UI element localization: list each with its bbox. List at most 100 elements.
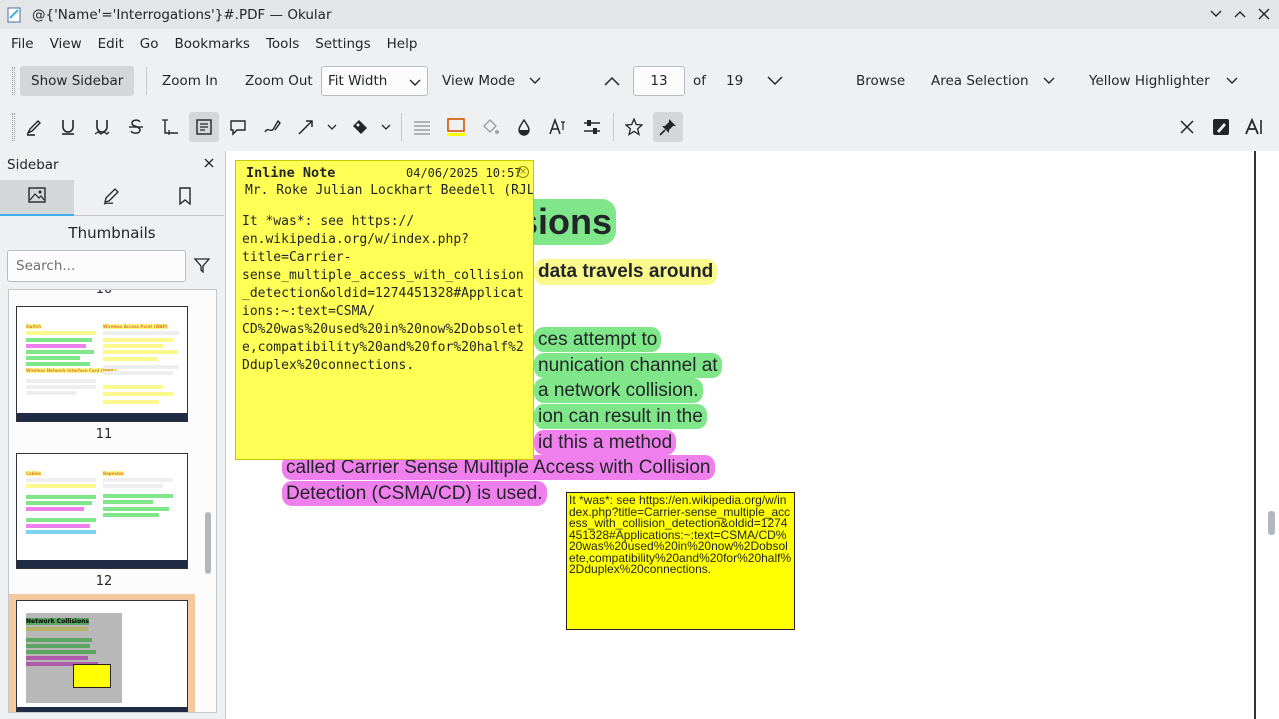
font-icon[interactable]: [543, 112, 573, 142]
menu-file[interactable]: File: [3, 36, 42, 52]
inline-note-annotation[interactable]: It *was*: see https://en.wikipedia.org/w…: [566, 492, 795, 630]
menu-tools[interactable]: Tools: [258, 36, 307, 52]
next-page-icon[interactable]: [767, 66, 783, 96]
close-icon[interactable]: [1172, 112, 1202, 142]
zoom-in-button[interactable]: Zoom In: [162, 66, 218, 96]
scrollbar-thumb[interactable]: [1268, 511, 1275, 535]
page-label: 10: [95, 289, 113, 297]
page-number-input[interactable]: 13: [633, 66, 685, 96]
chevron-down-icon: [1043, 73, 1055, 89]
popup-author: Mr. Roke Julian Lockhart Beedell (RJLB): [245, 183, 533, 198]
typewriter-icon[interactable]: [155, 112, 185, 142]
view-mode-button[interactable]: View Mode: [442, 66, 541, 96]
thumb-text: Wireless Access Point (WAP): [103, 324, 168, 329]
page-of-label: of: [693, 73, 707, 89]
bookmark-icon: [178, 187, 192, 209]
arrow-icon[interactable]: [291, 112, 321, 142]
window-title: @{'Name'='Interrogations'}#.PDF — Okular: [32, 6, 332, 23]
popup-title: Inline Note: [246, 165, 336, 181]
search-input[interactable]: Search...: [7, 250, 186, 282]
previous-page-icon[interactable]: [604, 66, 620, 96]
menu-view[interactable]: View: [42, 36, 90, 52]
chevron-down-icon[interactable]: [374, 112, 398, 142]
yellow-highlighter-button[interactable]: Yellow Highlighter: [1089, 66, 1238, 96]
squiggle-icon[interactable]: [87, 112, 117, 142]
thumb-text: Cables: [26, 471, 41, 476]
sidebar-scrollbar[interactable]: [203, 290, 213, 712]
popup-body-textarea[interactable]: It *was*: see https:// en.wikipedia.org/…: [242, 213, 526, 375]
popup-note-icon[interactable]: [223, 112, 253, 142]
quick-annotation-icon[interactable]: [1206, 112, 1236, 142]
thumbnail-page-13[interactable]: Network Collisions: [16, 600, 188, 712]
view-mode-label: View Mode: [442, 73, 516, 89]
doc-line: id this a method: [534, 430, 677, 455]
area-selection-label: Area Selection: [931, 73, 1029, 89]
separator: [613, 113, 614, 141]
stamp-icon[interactable]: [345, 112, 375, 142]
inline-note-icon[interactable]: [189, 112, 219, 142]
chevron-down-icon: [529, 73, 541, 89]
highlighter-icon[interactable]: [19, 112, 49, 142]
edit-icon: [102, 187, 120, 209]
minimize-icon[interactable]: [1207, 4, 1225, 24]
menu-help[interactable]: Help: [379, 36, 426, 52]
underline-icon[interactable]: [53, 112, 83, 142]
tab-thumbnails[interactable]: [0, 180, 74, 216]
freehand-icon[interactable]: [257, 112, 287, 142]
chevron-down-icon: [1226, 73, 1238, 89]
filter-icon[interactable]: [193, 257, 211, 277]
doc-subtitle: data travels around: [534, 259, 718, 285]
chevron-down-icon[interactable]: [320, 112, 344, 142]
separator: [401, 113, 402, 141]
page-label: 12: [95, 574, 113, 589]
area-selection-button[interactable]: Area Selection: [931, 66, 1055, 96]
line-width-icon[interactable]: [407, 112, 437, 142]
thumbnail-list[interactable]: 10 Switch Wireless Access Point (WAP) Wi…: [8, 289, 217, 713]
opacity-icon[interactable]: [509, 112, 539, 142]
close-window-icon[interactable]: [1255, 4, 1273, 24]
fill-icon[interactable]: [475, 112, 505, 142]
zoom-out-button[interactable]: Zoom Out: [245, 66, 313, 96]
maximize-icon[interactable]: [1231, 4, 1249, 24]
thumb-text: Switch: [26, 324, 42, 329]
toolbar-grip[interactable]: [12, 67, 15, 95]
tab-reviews[interactable]: [74, 180, 148, 216]
highlighter-label: Yellow Highlighter: [1089, 73, 1210, 89]
zoom-mode-value: Fit Width: [328, 73, 388, 89]
color-icon[interactable]: [441, 112, 471, 142]
tab-bookmarks[interactable]: [148, 180, 222, 216]
browse-button[interactable]: Browse: [856, 66, 905, 96]
close-icon[interactable]: ×: [517, 166, 529, 178]
doc-line: ion can result in the: [534, 404, 707, 429]
close-icon[interactable]: [204, 157, 214, 172]
show-sidebar-button[interactable]: Show Sidebar: [20, 66, 135, 96]
scrollbar-thumb[interactable]: [205, 512, 211, 574]
pin-icon[interactable]: [653, 112, 683, 142]
page-total-label: 19: [726, 73, 744, 89]
thumbnail-page-11[interactable]: Switch Wireless Access Point (WAP) Wirel…: [16, 306, 188, 422]
document-view[interactable]: lisions data travels around ces attempt …: [225, 151, 1279, 719]
annotation-font-icon[interactable]: [1240, 112, 1270, 142]
image-icon: [28, 187, 46, 207]
menu-bookmarks[interactable]: Bookmarks: [167, 36, 258, 52]
settings-icon[interactable]: [577, 112, 607, 142]
menu-settings[interactable]: Settings: [307, 36, 378, 52]
strikeout-icon[interactable]: [121, 112, 151, 142]
star-icon[interactable]: [619, 112, 649, 142]
thumbnail-page-12[interactable]: Cables Repeater: [16, 453, 188, 569]
menu-go[interactable]: Go: [132, 36, 167, 52]
inline-note-popup[interactable]: Inline Note 04/06/2025 10:57 × Mr. Roke …: [235, 160, 534, 460]
main-toolbar: Show Sidebar Zoom In Zoom Out Fit Width …: [0, 58, 1279, 104]
doc-line: ces attempt to: [534, 327, 662, 352]
doc-line: nunication channel at: [534, 353, 722, 378]
chevron-down-icon: [409, 75, 421, 91]
document-scrollbar[interactable]: [1265, 151, 1279, 719]
separator: [146, 67, 147, 95]
toolbar-grip[interactable]: [12, 113, 15, 141]
sidebar: Sidebar Thumbnails Search... 10 Switch W…: [0, 151, 224, 719]
page-edge: [1254, 151, 1256, 719]
menu-edit[interactable]: Edit: [90, 36, 132, 52]
zoom-mode-select[interactable]: Fit Width: [321, 66, 428, 96]
sidebar-tabs: [0, 180, 224, 216]
sidebar-header: Sidebar: [7, 157, 59, 173]
